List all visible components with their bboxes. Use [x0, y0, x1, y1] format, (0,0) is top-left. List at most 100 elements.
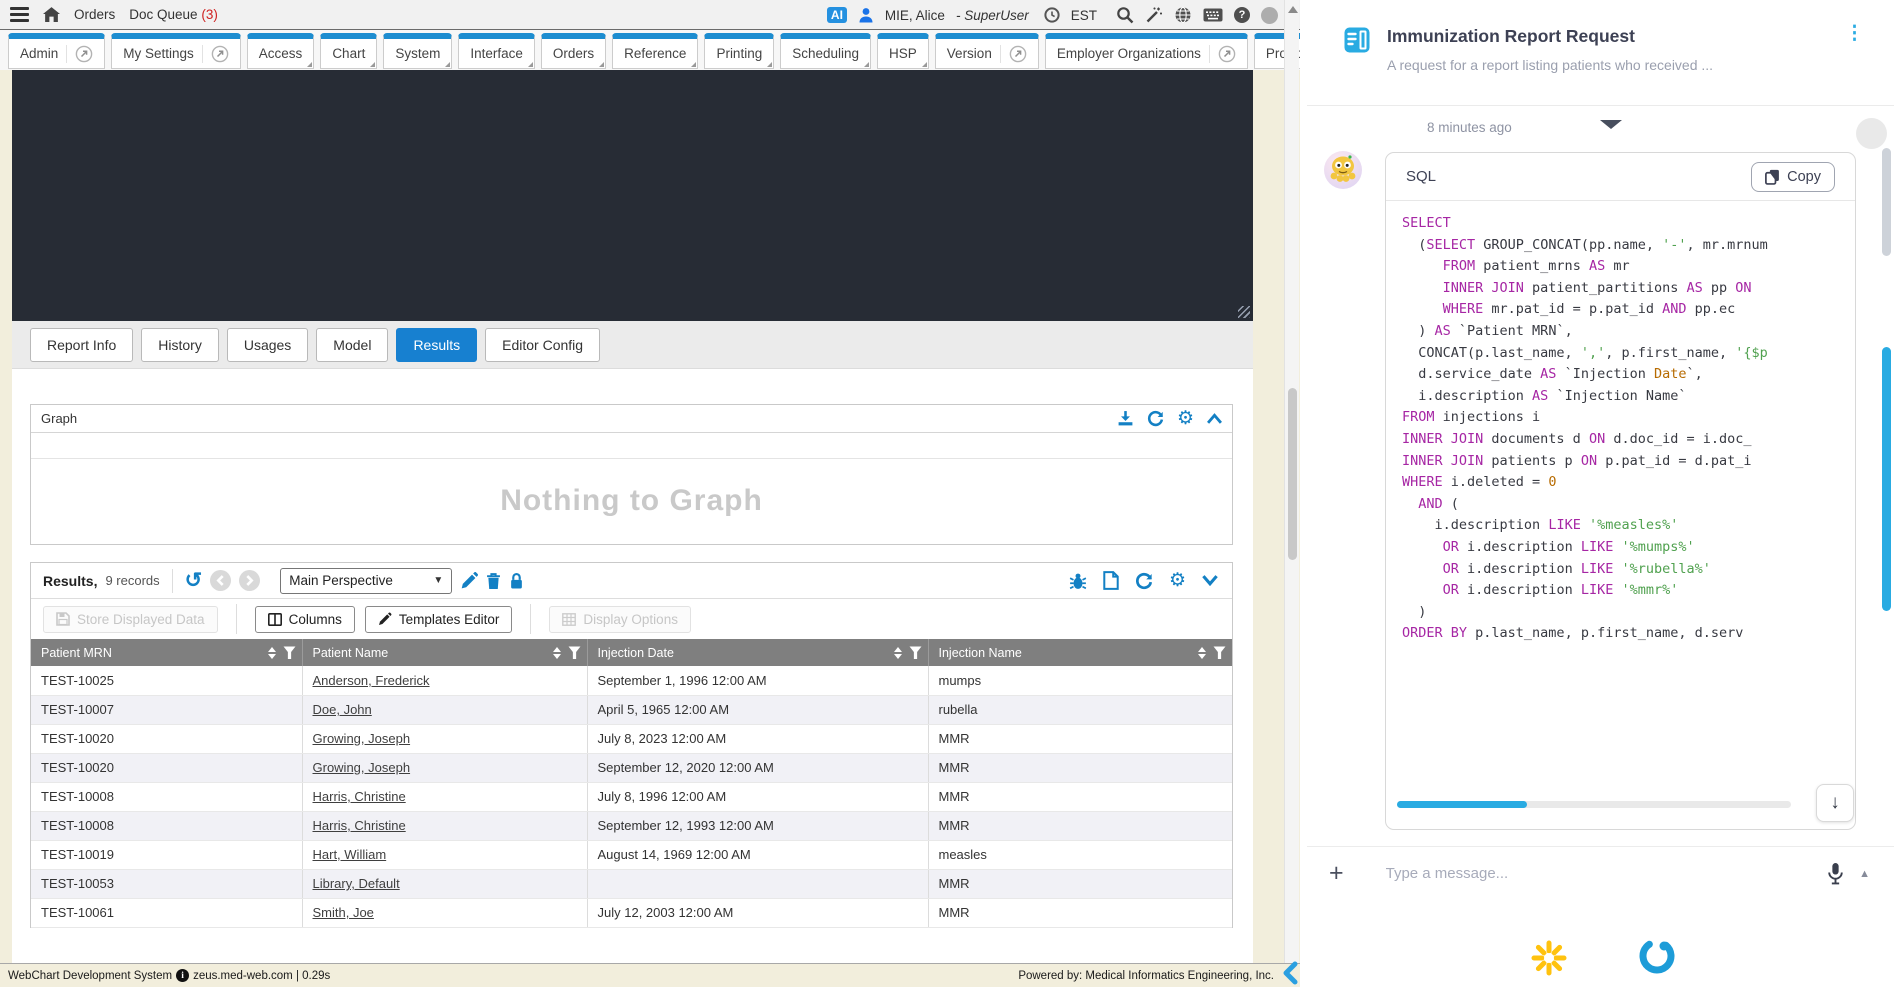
patient-link[interactable]: Library, Default: [313, 876, 400, 891]
gear-icon[interactable]: ⚙: [1177, 409, 1194, 428]
column-header-injection-name[interactable]: Injection Name: [928, 639, 1232, 666]
tab-usages[interactable]: Usages: [227, 328, 308, 362]
hamburger-menu-icon[interactable]: [10, 7, 29, 22]
patient-link[interactable]: Doe, John: [313, 702, 372, 717]
tab-editor-config[interactable]: Editor Config: [485, 328, 600, 362]
scroll-up-arrow-icon[interactable]: [1288, 6, 1298, 13]
download-icon[interactable]: [1117, 410, 1134, 427]
attach-plus-icon[interactable]: +: [1307, 861, 1344, 886]
editor-dark-panel[interactable]: [12, 70, 1253, 321]
perspective-select[interactable]: Main Perspective ▼: [280, 568, 452, 594]
column-label: Injection Name: [939, 646, 1022, 660]
left-scrollbar[interactable]: [1284, 0, 1299, 963]
undo-icon[interactable]: ↺: [185, 570, 203, 591]
nav-tab-scheduling[interactable]: Scheduling: [780, 33, 871, 69]
new-document-icon[interactable]: [1103, 571, 1119, 590]
info-icon[interactable]: i: [176, 969, 189, 982]
patient-link[interactable]: Harris, Christine: [313, 789, 406, 804]
nav-tab-employer-organizations[interactable]: Employer Organizations: [1045, 33, 1248, 69]
patient-link[interactable]: Anderson, Frederick: [313, 673, 430, 688]
tab-history[interactable]: History: [141, 328, 219, 362]
search-icon[interactable]: [1116, 6, 1134, 24]
resize-grip-icon[interactable]: [1238, 306, 1250, 318]
scroll-to-bottom-button[interactable]: ↓: [1816, 784, 1854, 822]
code-horizontal-scrollbar[interactable]: [1397, 801, 1791, 808]
scroll-float-button[interactable]: [1856, 118, 1887, 149]
nav-tab-interface[interactable]: Interface: [458, 33, 535, 69]
filter-funnel-icon[interactable]: [568, 646, 581, 659]
refresh-icon[interactable]: [1147, 410, 1164, 427]
user-name[interactable]: MIE, Alice: [885, 8, 945, 23]
home-icon[interactable]: [43, 7, 60, 22]
chevron-up-icon[interactable]: [1207, 413, 1222, 424]
nav-tab-chart[interactable]: Chart: [320, 33, 377, 69]
globe-icon[interactable]: [1174, 6, 1192, 24]
lock-icon[interactable]: [509, 572, 524, 590]
column-header-patient-name[interactable]: Patient Name: [302, 639, 587, 666]
scroll-up-icon[interactable]: ▲: [1859, 868, 1894, 880]
avatar-placeholder[interactable]: [1261, 7, 1278, 24]
copy-button[interactable]: Copy: [1751, 162, 1835, 192]
message-input[interactable]: [1386, 865, 1827, 882]
chevron-down-icon[interactable]: [1202, 575, 1218, 586]
tab-results[interactable]: Results: [396, 328, 477, 362]
patient-link[interactable]: Harris, Christine: [313, 818, 406, 833]
kebab-menu-icon[interactable]: ⋮: [1845, 24, 1864, 43]
queue-count-badge: (3): [201, 7, 218, 22]
next-page-button[interactable]: [239, 570, 260, 591]
filter-funnel-icon[interactable]: [909, 646, 922, 659]
help-icon[interactable]: ?: [1234, 7, 1250, 23]
patient-link[interactable]: Growing, Joseph: [313, 760, 411, 775]
bubble-tail: [1600, 120, 1622, 129]
refresh-icon[interactable]: [1135, 572, 1153, 590]
magic-wand-icon[interactable]: [1145, 6, 1163, 24]
ai-badge[interactable]: AI: [827, 7, 847, 23]
sort-icon[interactable]: [894, 647, 909, 659]
tab-report-info[interactable]: Report Info: [30, 328, 133, 362]
debug-bug-icon[interactable]: [1069, 572, 1087, 590]
code-scrollbar-thumb[interactable]: [1397, 801, 1527, 808]
columns-button[interactable]: Columns: [255, 606, 355, 633]
sort-icon[interactable]: [553, 647, 568, 659]
nav-tab-reference[interactable]: Reference: [612, 33, 698, 69]
external-link-icon[interactable]: [1000, 45, 1027, 63]
patient-link[interactable]: Growing, Joseph: [313, 731, 411, 746]
external-link-icon[interactable]: [202, 45, 229, 63]
filter-funnel-icon[interactable]: [283, 646, 296, 659]
column-header-patient-mrn[interactable]: Patient MRN: [31, 639, 302, 666]
collapse-panel-arrow-icon[interactable]: [1279, 960, 1303, 986]
sql-code-block[interactable]: SELECT (SELECT GROUP_CONCAT(pp.name, '-'…: [1386, 201, 1855, 773]
patient-link[interactable]: Hart, William: [313, 847, 387, 862]
injection-date-cell: July 8, 2023 12:00 AM: [587, 724, 928, 753]
prev-page-button[interactable]: [210, 570, 231, 591]
breadcrumb-app[interactable]: Orders: [74, 7, 115, 22]
nav-tab-hsp[interactable]: HSP: [877, 33, 929, 69]
edit-pencil-icon[interactable]: [460, 572, 478, 590]
sort-icon[interactable]: [1198, 647, 1213, 659]
filter-funnel-icon[interactable]: [1213, 646, 1226, 659]
nav-tab-version[interactable]: Version: [935, 33, 1039, 69]
microphone-icon[interactable]: [1826, 862, 1859, 885]
nav-tab-printing[interactable]: Printing: [704, 33, 774, 69]
external-link-icon[interactable]: [66, 45, 93, 63]
nav-tab-orders[interactable]: Orders: [541, 33, 606, 69]
patient-link[interactable]: Smith, Joe: [313, 905, 374, 920]
nav-tab-admin[interactable]: Admin: [8, 33, 105, 69]
breadcrumb-page[interactable]: Doc Queue (3): [129, 7, 218, 22]
chat-scrollbar-thumb-top[interactable]: [1882, 148, 1891, 256]
delete-trash-icon[interactable]: [486, 572, 501, 590]
nav-tab-system[interactable]: System: [383, 33, 452, 69]
mrn-cell: TEST-10008: [31, 782, 302, 811]
chat-scrollbar-thumb[interactable]: [1882, 347, 1891, 611]
keyboard-icon[interactable]: [1203, 8, 1223, 22]
nav-tab-access[interactable]: Access: [247, 33, 315, 69]
templates-editor-button[interactable]: Templates Editor: [365, 606, 513, 633]
tab-model[interactable]: Model: [316, 328, 388, 362]
external-link-icon[interactable]: [1209, 45, 1236, 63]
nav-tab-my-settings[interactable]: My Settings: [111, 33, 241, 69]
column-header-injection-date[interactable]: Injection Date: [587, 639, 928, 666]
scrollbar-thumb[interactable]: [1288, 388, 1297, 560]
timezone-label[interactable]: EST: [1071, 8, 1097, 23]
gear-icon[interactable]: ⚙: [1169, 571, 1186, 590]
sort-icon[interactable]: [268, 647, 283, 659]
